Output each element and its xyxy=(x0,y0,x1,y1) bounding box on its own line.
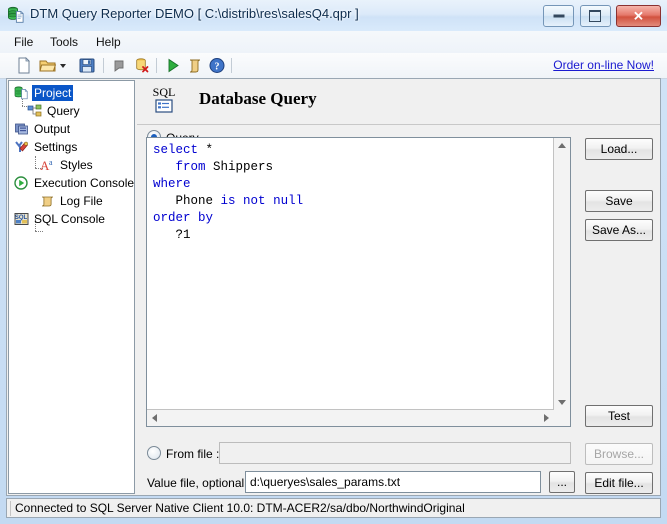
help-icon[interactable]: ? xyxy=(207,56,227,75)
maximize-button[interactable] xyxy=(579,5,611,27)
tree-connector xyxy=(35,156,36,168)
toolbar-separator xyxy=(103,58,104,73)
sql-console-icon: SQL xyxy=(14,212,30,226)
edit-file-button[interactable]: Edit file... xyxy=(585,472,653,494)
output-icon xyxy=(14,122,30,136)
save-as-button[interactable]: Save As... xyxy=(585,219,653,241)
sql-text[interactable]: select * from Shippers where Phone is no… xyxy=(153,142,552,244)
scrollbar-corner xyxy=(554,410,570,426)
open-folder-icon[interactable] xyxy=(38,56,58,75)
stop-icon[interactable] xyxy=(110,56,130,75)
scroll-down-button[interactable] xyxy=(554,394,570,410)
execution-console-icon xyxy=(14,176,30,190)
navigation-tree[interactable]: Project Query Output Settings A a Styles… xyxy=(8,80,135,494)
sql-badge-text: SQL xyxy=(152,85,176,99)
horizontal-scrollbar[interactable] xyxy=(147,409,554,426)
test-button[interactable]: Test xyxy=(585,405,653,427)
toolbar-separator-3 xyxy=(231,58,232,73)
title-bar: DTM Query Reporter DEMO [ C:\distrib\res… xyxy=(0,0,667,32)
value-file-label: Value file, optional : xyxy=(147,476,251,490)
browse-button: Browse... xyxy=(585,443,653,465)
window-controls: ✕ xyxy=(541,5,661,27)
app-icon xyxy=(7,6,25,24)
vertical-scrollbar[interactable] xyxy=(553,138,570,410)
order-online-link[interactable]: Order on-line Now! xyxy=(553,58,654,72)
sidebar-item-label: Output xyxy=(34,122,71,136)
sql-editor[interactable]: select * from Shippers where Phone is no… xyxy=(146,137,571,427)
list-icon xyxy=(155,99,173,113)
window-title: DTM Query Reporter DEMO [ C:\distrib\res… xyxy=(30,6,359,21)
from-file-input xyxy=(219,442,571,464)
scroll-right-button[interactable] xyxy=(538,410,554,426)
script-icon[interactable] xyxy=(185,56,205,75)
tree-connector xyxy=(35,231,43,232)
play-icon[interactable] xyxy=(163,56,183,75)
styles-icon: A a xyxy=(40,158,56,173)
application-window: DTM Query Reporter DEMO [ C:\distrib\res… xyxy=(0,0,667,524)
scroll-up-button[interactable] xyxy=(554,138,570,154)
status-text: Connected to SQL Server Native Client 10… xyxy=(10,501,657,516)
status-bar: Connected to SQL Server Native Client 10… xyxy=(6,498,661,518)
log-file-icon xyxy=(40,194,56,208)
sidebar-item-label: Log File xyxy=(60,194,103,208)
toolbar: ? Order on-line Now! xyxy=(0,53,667,79)
query-panel: SQL Database Query Query select * from S… xyxy=(137,80,660,494)
sidebar-item-label: Query xyxy=(47,104,80,118)
value-file-input[interactable]: d:\queryes\sales_params.txt xyxy=(245,471,541,493)
from-file-radio-row[interactable]: From file : xyxy=(147,446,219,461)
database-delete-icon[interactable] xyxy=(132,56,152,75)
sidebar-item-label: Execution Console xyxy=(34,176,135,190)
toolbar-separator-2 xyxy=(156,58,157,73)
settings-icon xyxy=(14,140,30,154)
project-icon xyxy=(14,86,30,100)
close-button[interactable]: ✕ xyxy=(616,5,661,27)
minimize-button[interactable] xyxy=(543,5,575,27)
menu-bar: File Tools Help xyxy=(0,31,667,54)
save-button[interactable]: Save xyxy=(585,190,653,212)
value-file-browse-button[interactable]: ... xyxy=(549,471,575,493)
scroll-left-button[interactable] xyxy=(147,410,163,426)
sidebar-item-label: Styles xyxy=(60,158,93,172)
sidebar-item-label: SQL Console xyxy=(34,212,105,226)
header-divider xyxy=(137,124,660,125)
sql-badge: SQL xyxy=(149,86,179,120)
menu-help[interactable]: Help xyxy=(90,34,127,50)
sidebar-item-label: Settings xyxy=(34,140,78,154)
client-area: Project Query Output Settings A a Styles… xyxy=(6,78,661,496)
from-file-label: From file : xyxy=(166,447,220,461)
new-document-icon[interactable] xyxy=(14,56,34,75)
svg-text:?: ? xyxy=(215,62,220,73)
save-floppy-icon[interactable] xyxy=(77,56,97,75)
sidebar-item-label: Project xyxy=(32,85,74,101)
close-icon: ✕ xyxy=(633,8,644,24)
svg-text:a: a xyxy=(49,158,53,167)
menu-file[interactable]: File xyxy=(8,34,39,50)
chevron-down-icon[interactable] xyxy=(58,56,68,75)
load-button[interactable]: Load... xyxy=(585,138,653,160)
from-file-radio[interactable] xyxy=(147,446,161,460)
query-icon xyxy=(27,104,43,118)
page-title: Database Query xyxy=(199,89,317,108)
menu-tools[interactable]: Tools xyxy=(44,34,84,50)
